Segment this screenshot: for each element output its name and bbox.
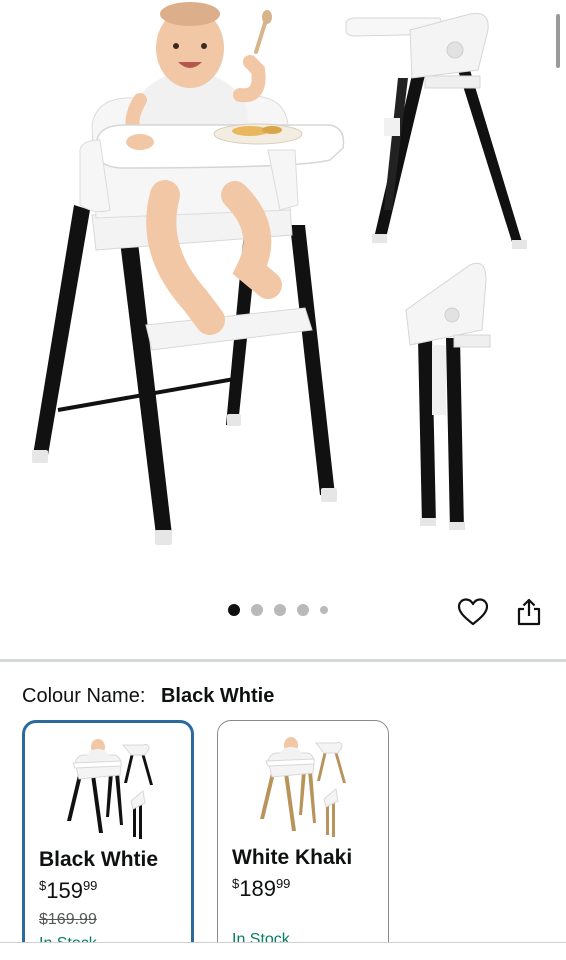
variation-option-black-white[interactable]: Black Whtie $15999 $169.99 In Stock [22, 720, 194, 960]
product-image[interactable] [0, 0, 566, 590]
carousel-dot-1[interactable] [228, 604, 240, 616]
option-thumbnail [260, 737, 346, 837]
option-thumbnail [67, 739, 153, 839]
variation-option-white-khaki[interactable]: White Khaki $18999 In Stock [217, 720, 389, 960]
heart-outline-icon [458, 598, 488, 626]
option-list-price: $169.99 [39, 911, 97, 928]
carousel-dot-5[interactable] [320, 606, 328, 614]
variation-selected-value: Black Whtie [160, 685, 275, 707]
share-icon [517, 598, 541, 626]
price-fraction: 99 [82, 878, 98, 893]
variation-label: Colour Name: [22, 685, 146, 707]
wishlist-button[interactable] [455, 594, 491, 630]
image-carousel-dots [228, 604, 328, 616]
share-button[interactable] [512, 594, 546, 630]
option-price: $15999 [39, 878, 97, 904]
carousel-dot-4[interactable] [297, 604, 309, 616]
section-divider [0, 659, 566, 662]
variation-header: Colour Name: Black Whtie [22, 683, 274, 709]
bottom-bar-edge [0, 942, 566, 960]
option-name: White Khaki [232, 846, 353, 869]
price-whole: 189 [239, 876, 276, 901]
price-fraction: 99 [275, 876, 291, 891]
price-whole: 159 [46, 878, 83, 903]
carousel-dot-2[interactable] [251, 604, 263, 616]
scroll-indicator[interactable] [556, 14, 560, 68]
option-name: Black Whtie [39, 848, 159, 871]
carousel-dot-3[interactable] [274, 604, 286, 616]
option-price: $18999 [232, 876, 290, 902]
high-chair-illustration [32, 2, 527, 545]
